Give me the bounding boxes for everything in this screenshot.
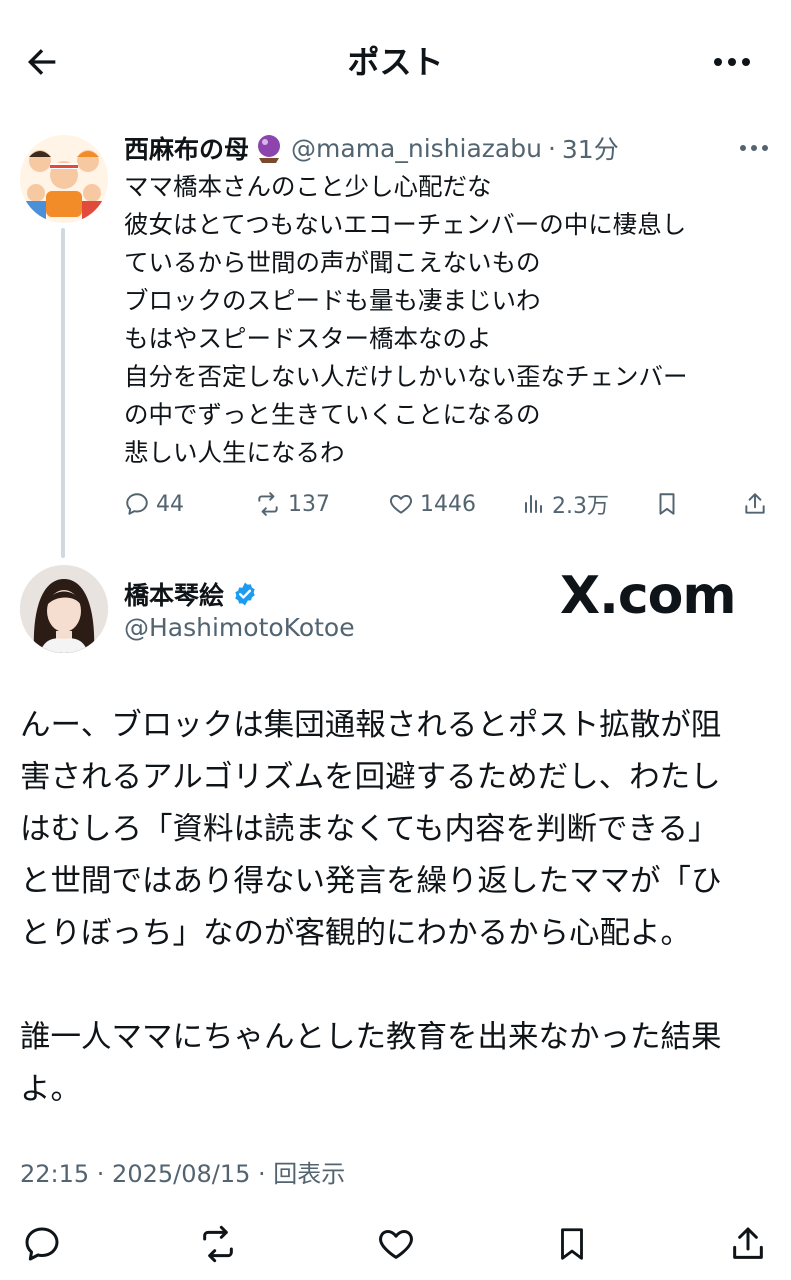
repost-button[interactable]: 137: [254, 482, 330, 526]
bookmark-icon: [659, 493, 675, 515]
text-line: とりぼっち」なのが客観的にわかるから心配よ。: [20, 916, 691, 951]
text-line: 害されるアルゴリズムを回避するためだし、わたし: [20, 760, 721, 795]
reply-button[interactable]: 44: [124, 482, 184, 526]
parent-action-bar: 44 137 1446 2.3万: [124, 482, 774, 526]
reply-button[interactable]: [14, 1218, 70, 1270]
post-timestamp: 22:15 · 2025/08/15 · 回表示: [20, 1160, 346, 1188]
parent-post-header: 西麻布の母 @mama_nishiazabu · 31分: [124, 128, 619, 168]
bookmark-icon: [561, 1228, 583, 1260]
share-icon: [733, 1227, 763, 1259]
reply-icon: [126, 493, 148, 515]
parent-avatar[interactable]: [20, 135, 108, 223]
reply-count: 44: [156, 491, 184, 517]
text-line: よ。: [20, 1072, 81, 1107]
parent-time[interactable]: 31分: [562, 130, 619, 166]
share-button[interactable]: [720, 1218, 776, 1270]
share-icon: [745, 493, 765, 514]
repost-icon: [203, 1225, 233, 1263]
bookmark-button[interactable]: [544, 1218, 600, 1270]
parent-author-name[interactable]: 西麻布の母: [124, 130, 249, 166]
parent-handle[interactable]: @mama_nishiazabu: [291, 134, 542, 163]
views-icon: [525, 495, 542, 513]
repost-icon: [258, 492, 278, 516]
view-count: 2.3万: [552, 494, 609, 519]
text-line: もはやスピードスター橋本なのよ: [124, 324, 492, 353]
text-line: ブロックのスピードも量も凄まじいわ: [124, 286, 541, 315]
parent-more-button[interactable]: [732, 130, 776, 166]
crystal-ball-icon: [253, 132, 285, 164]
like-icon: [379, 1230, 413, 1259]
page-title: ポスト: [347, 43, 444, 81]
text-line: はむしろ「資料は読まなくても内容を判断できる」: [20, 812, 719, 847]
text-line: 彼女はとてつもないエコーチェンバーの中に棲息し: [124, 210, 687, 239]
like-count: 1446: [420, 491, 476, 517]
text-line: 誰一人ママにちゃんとした教育を出来なかった結果: [20, 1020, 722, 1055]
more-icon: [714, 58, 750, 66]
views-button[interactable]: 2.3万: [522, 482, 609, 526]
main-author-name[interactable]: 橋本琴絵: [124, 576, 224, 612]
text-line: んー、ブロックは集団通報されるとポスト拡散が阻: [20, 708, 722, 743]
text-line: の中でずっと生きていくことになるの: [124, 400, 541, 429]
verified-badge-icon: [232, 581, 258, 607]
bookmark-button[interactable]: [654, 482, 680, 526]
meta-separator: ·: [547, 133, 556, 163]
main-action-bar: [0, 1210, 791, 1274]
reply-icon: [25, 1227, 59, 1261]
more-icon: [740, 145, 768, 151]
repost-button[interactable]: [190, 1218, 246, 1270]
parent-post-text: ママ橋本さんのこと少し心配だな 彼女はとてつもないエコーチェンバーの中に棲息し …: [124, 168, 774, 472]
main-post-text: んー、ブロックは集団通報されるとポスト拡散が阻 害されるアルゴリズムを回避するた…: [20, 700, 760, 1116]
thread-connector-line: [61, 228, 65, 558]
repost-count: 137: [288, 491, 330, 517]
more-options-button[interactable]: [700, 40, 764, 84]
main-author-name-row: 橋本琴絵: [124, 574, 258, 614]
main-author-avatar[interactable]: [20, 565, 108, 653]
text-line: [20, 960, 760, 1012]
like-button[interactable]: 1446: [388, 482, 476, 526]
text-line: と世間ではあり得ない発言を繰り返したママが「ひ: [20, 864, 722, 899]
main-author-handle[interactable]: @HashimotoKotoe: [124, 610, 355, 646]
text-line: 悲しい人生になるわ: [124, 438, 345, 467]
text-line: ているから世間の声が聞こえないもの: [124, 248, 541, 277]
like-icon: [390, 494, 412, 514]
share-button[interactable]: [742, 482, 768, 526]
watermark-logo: X.com: [560, 566, 737, 626]
text-line: 自分を否定しない人だけしかいない歪なチェンバー: [124, 362, 688, 391]
like-button[interactable]: [368, 1218, 424, 1270]
text-line: ママ橋本さんのこと少し心配だな: [124, 172, 492, 201]
